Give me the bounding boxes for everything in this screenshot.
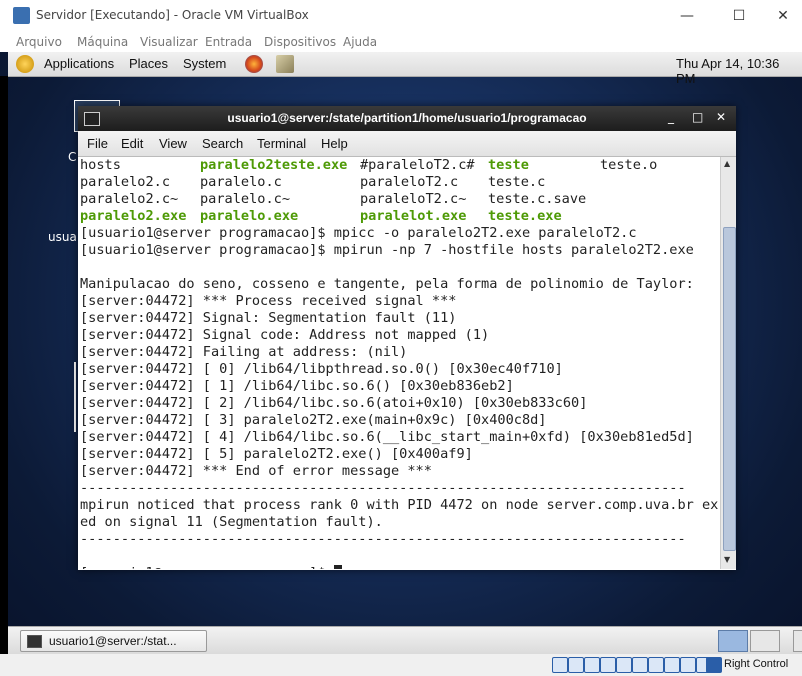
clock[interactable]: Thu Apr 14, 10:36 PM [676,56,802,86]
scroll-down-arrow-icon[interactable]: ▼ [724,555,730,564]
terminal-line: [server:04472] [ 4] /lib64/libc.so.6(__l… [80,429,694,445]
workspace-1[interactable] [718,630,748,652]
terminal-minimize-button[interactable]: _ [668,110,674,124]
terminal-scrollbar[interactable]: ▲ ▼ [720,157,736,569]
desktop-icon-label: C [68,150,77,164]
display-icon[interactable] [648,657,664,673]
keyboard-capture-icon[interactable] [706,657,722,673]
terminal-line: ed on signal 11 (Segmentation fault). [80,514,383,530]
terminal-line: mpirun noticed that process rank 0 with … [80,497,718,513]
terminal-title-bar[interactable]: usuario1@server:/state/partition1/home/u… [78,106,736,131]
terminal-line: [usuario1@server programacao]$ mpicc -o … [80,225,637,241]
gnome-bottom-panel: usuario1@server:/stat... [8,626,802,655]
vbox-title-bar: Servidor [Executando] - Oracle VM Virtua… [0,0,802,32]
ls-entry: #paraleloT2.c# [360,157,475,173]
terminal-line: Manipulacao do seno, cosseno e tangente,… [80,276,694,292]
menu-view[interactable]: View [159,136,187,151]
network-icon[interactable] [600,657,616,673]
taskbar-label: usuario1@server:/stat... [49,634,177,648]
virtualization-icon[interactable] [680,657,696,673]
ls-entry: teste.c.save [488,191,587,207]
close-button[interactable]: ✕ [760,0,802,32]
menu-ajuda[interactable]: Ajuda [343,35,377,49]
optical-drive-icon[interactable] [568,657,584,673]
scroll-thumb[interactable] [723,227,736,551]
desktop-icon-label: usua [48,230,77,244]
taskbar-terminal-button[interactable]: usuario1@server:/stat... [20,630,207,652]
menu-entrada[interactable]: Entrada [205,35,252,49]
terminal-line: [server:04472] [ 5] paralelo2T2.exe() [0… [80,446,473,462]
terminal-line: [server:04472] Signal code: Address not … [80,327,490,343]
ls-entry: paralelo2.c [80,174,171,190]
ls-entry: paralelo.c~ [200,191,291,207]
gnome-top-panel: Applications Places System Thu Apr 14, 1… [8,52,802,86]
ls-entry: paralelo2.exe [80,208,187,224]
virtualbox-icon [13,7,30,24]
firefox-icon[interactable] [245,55,263,73]
ls-entry: teste [488,157,529,173]
ls-entry: paralelo.c [200,174,282,190]
terminal-output[interactable]: hosts paralelo2teste.exe #paraleloT2.c# tes… [80,157,718,569]
menu-edit[interactable]: Edit [121,136,143,151]
terminal-prompt: [usuario1@server programacao]$ [80,565,334,569]
terminal-line: ----------------------------------------… [80,480,686,496]
trash-icon[interactable] [793,630,802,652]
terminal-close-button[interactable]: ✕ [716,110,726,124]
menu-system[interactable]: System [183,56,226,71]
vbox-status-bar: Right Control [0,654,802,676]
terminal-line: ----------------------------------------… [80,531,686,547]
menu-search[interactable]: Search [202,136,243,151]
ls-entry: paraleloT2.c [360,174,459,190]
terminal-line: [server:04472] [ 0] /lib64/libpthread.so… [80,361,563,377]
shared-folders-icon[interactable] [632,657,648,673]
vbox-menu-bar: Arquivo Máquina Visualizar Entrada Dispo… [0,32,802,52]
ls-entry: paralelo.exe [200,208,299,224]
menu-places[interactable]: Places [129,56,168,71]
applications-icon [16,55,34,73]
menu-dispositivos[interactable]: Dispositivos [264,35,336,49]
menu-help[interactable]: Help [321,136,348,151]
workspace-2[interactable] [750,630,780,652]
menu-visualizar[interactable]: Visualizar [140,35,198,49]
menu-terminal[interactable]: Terminal [257,136,306,151]
hard-disk-icon[interactable] [552,657,568,673]
terminal-line: [usuario1@server programacao]$ mpirun -n… [80,242,694,258]
maximize-button[interactable]: ☐ [716,0,762,32]
terminal-cursor [333,565,342,569]
terminal-line: [server:04472] [ 3] paralelo2T2.exe(main… [80,412,547,428]
video-capture-icon[interactable] [664,657,680,673]
terminal-line: [server:04472] [ 1] /lib64/libc.so.6() [… [80,378,514,394]
scroll-up-arrow-icon[interactable]: ▲ [724,159,730,168]
terminal-maximize-button[interactable]: □ [692,110,703,124]
host-key-label: Right Control [724,658,789,670]
terminal-title: usuario1@server:/state/partition1/home/u… [227,111,587,125]
terminal-menu-bar: File Edit View Search Terminal Help [78,131,736,157]
audio-icon[interactable] [584,657,600,673]
terminal-line: [server:04472] [ 2] /lib64/libc.so.6(ato… [80,395,588,411]
notes-icon[interactable] [276,55,294,73]
ls-entry: teste.exe [488,208,562,224]
menu-file[interactable]: File [87,136,108,151]
ls-entry: teste.o [600,157,658,173]
terminal-icon [27,635,42,648]
menu-applications[interactable]: Applications [44,56,114,71]
ls-entry: teste.c [488,174,546,190]
usb-icon[interactable] [616,657,632,673]
menu-maquina[interactable]: Máquina [77,35,128,49]
terminal-prompt-line[interactable]: [usuario1@server programacao]$ [80,565,342,569]
terminal-line: [server:04472] *** Process received sign… [80,293,457,309]
minimize-button[interactable]: — [664,0,710,32]
terminal-line: [server:04472] *** End of error message … [80,463,432,479]
ls-entry: paralelo2.c~ [80,191,179,207]
guest-border [0,76,8,676]
terminal-window: usuario1@server:/state/partition1/home/u… [78,106,736,570]
window-title: Servidor [Executando] - Oracle VM Virtua… [36,8,309,22]
ls-entry: paralelot.exe [360,208,467,224]
menu-arquivo[interactable]: Arquivo [16,35,62,49]
ls-entry: paraleloT2.c~ [360,191,467,207]
ls-entry: hosts [80,157,121,173]
ls-entry: paralelo2teste.exe [200,157,348,173]
terminal-line: [server:04472] Failing at address: (nil) [80,344,408,360]
terminal-line: [server:04472] Signal: Segmentation faul… [80,310,457,326]
